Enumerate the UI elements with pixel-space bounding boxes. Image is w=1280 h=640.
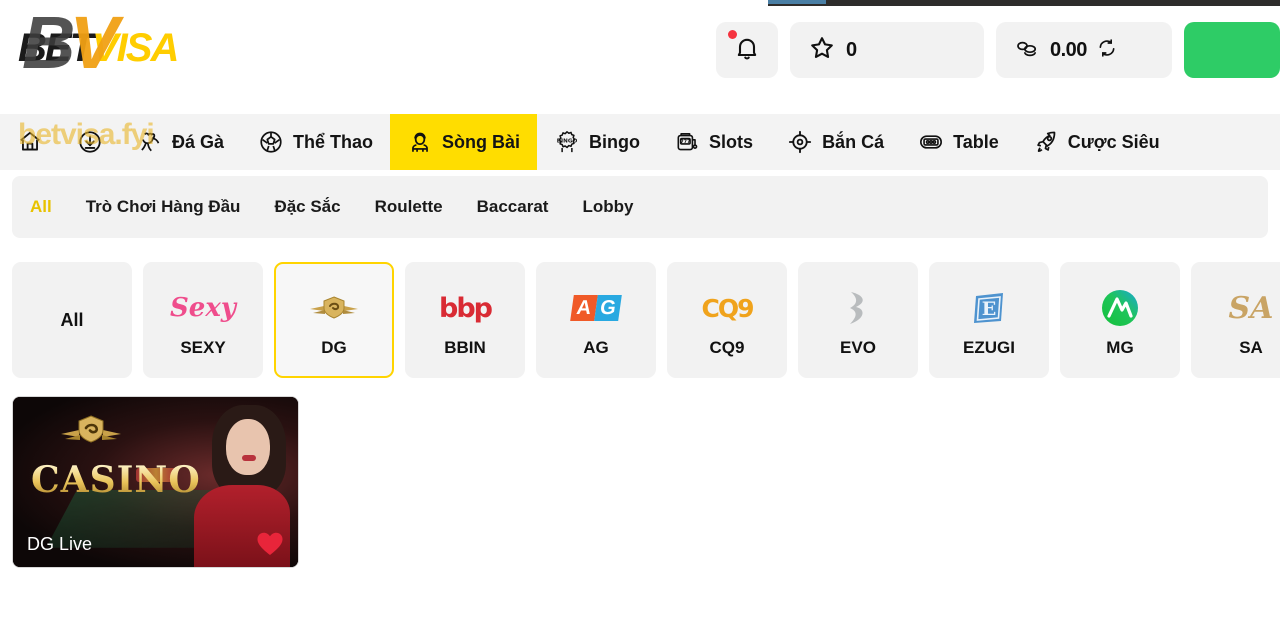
refresh-icon[interactable] — [1097, 38, 1117, 63]
subnav-item-roulette[interactable]: Roulette — [375, 197, 443, 217]
dg-wings-logo-icon — [308, 282, 360, 334]
nav-item-ban-ca[interactable]: Bắn Cá — [770, 114, 901, 170]
sa-gaming-logo-icon: SA — [1229, 282, 1274, 334]
nav-label: Sòng Bài — [442, 132, 520, 153]
rocket-icon — [1033, 129, 1059, 155]
logo-bet-text: BET — [18, 26, 92, 70]
nav-label: Đá Gà — [172, 132, 224, 153]
star-icon — [808, 34, 836, 67]
svg-text:777: 777 — [681, 139, 691, 145]
nav-item-bingo[interactable]: BINGO Bingo — [537, 114, 657, 170]
subnav-item-top-games[interactable]: Trò Chơi Hàng Đầu — [86, 197, 241, 217]
subnav-item-lobby[interactable]: Lobby — [582, 197, 633, 217]
evolution-logo-icon — [842, 282, 874, 334]
microgaming-logo-icon — [1101, 282, 1139, 334]
nav-label: Bắn Cá — [822, 132, 884, 153]
coins-icon — [1014, 36, 1040, 65]
game-list: CASINO DG Live — [12, 396, 1268, 568]
nav-label: Table — [953, 132, 999, 153]
casino-dealer-icon — [407, 129, 433, 155]
provider-card-mg[interactable]: MG — [1060, 262, 1180, 378]
deposit-button[interactable] — [1184, 22, 1280, 78]
cq9-logo-icon: CQ9 — [702, 282, 753, 334]
heart-icon[interactable] — [256, 531, 284, 557]
provider-name: SEXY — [180, 338, 225, 358]
bell-icon — [733, 34, 761, 67]
category-filter-bar: All Trò Chơi Hàng Đầu Đặc Sắc Roulette B… — [12, 176, 1268, 238]
svg-text:E: E — [982, 298, 996, 320]
provider-name: CQ9 — [710, 338, 745, 358]
header-actions: 0 0.00 — [716, 22, 1280, 78]
main-navigation: Đá Gà Thể Thao Sòng Bài BINGO — [0, 114, 1280, 170]
nav-item-slots[interactable]: 777 Slots — [657, 114, 770, 170]
home-icon — [17, 129, 43, 155]
subnav-item-featured[interactable]: Đặc Sắc — [274, 197, 340, 217]
provider-card-cq9[interactable]: CQ9 CQ9 — [667, 262, 787, 378]
subnav-item-baccarat[interactable]: Baccarat — [477, 197, 549, 217]
bingo-icon: BINGO — [554, 129, 580, 155]
provider-card-ezugi[interactable]: E EZUGI — [929, 262, 1049, 378]
logo-visa-text: VISA — [92, 26, 177, 70]
soccer-ball-icon — [258, 129, 284, 155]
table-game-icon — [918, 129, 944, 155]
nav-label: Slots — [709, 132, 753, 153]
provider-name: SA — [1239, 338, 1263, 358]
svg-text:BINGO: BINGO — [557, 138, 578, 144]
nav-item-home[interactable] — [0, 114, 60, 170]
nav-item-song-bai[interactable]: Sòng Bài — [390, 114, 537, 170]
favorites-button[interactable]: 0 — [790, 22, 984, 78]
ag-logo-icon: AG — [572, 282, 620, 334]
dg-shield-logo-icon — [59, 413, 123, 453]
subnav-item-all[interactable]: All — [30, 197, 52, 217]
provider-name: All — [60, 310, 83, 331]
provider-name: AG — [583, 338, 609, 358]
provider-name: MG — [1106, 338, 1133, 358]
nav-item-download[interactable] — [60, 114, 120, 170]
nav-label: Bingo — [589, 132, 640, 153]
rooster-icon — [137, 129, 163, 155]
site-header: BETVISA 0 — [0, 6, 1280, 114]
wallet-button[interactable]: 0.00 — [996, 22, 1172, 78]
provider-card-sa[interactable]: SA SA — [1191, 262, 1280, 378]
favorites-count: 0 — [846, 39, 857, 62]
nav-item-cuoc-sieu[interactable]: Cược Siêu — [1016, 114, 1177, 170]
browser-chrome-accent — [768, 0, 826, 4]
nav-label: Thể Thao — [293, 132, 373, 153]
nav-item-da-ga[interactable]: Đá Gà — [120, 114, 241, 170]
target-icon — [787, 129, 813, 155]
provider-card-dg[interactable]: DG — [274, 262, 394, 378]
nav-label: Cược Siêu — [1068, 132, 1160, 153]
provider-name: DG — [321, 338, 347, 358]
provider-card-all[interactable]: All — [12, 262, 132, 378]
provider-card-evo[interactable]: EVO — [798, 262, 918, 378]
sexy-logo-icon: Sexy — [170, 282, 236, 334]
site-logo[interactable]: BETVISA — [12, 12, 232, 92]
game-card-dg-live[interactable]: CASINO DG Live — [12, 396, 299, 568]
ezugi-logo-icon: E — [972, 282, 1006, 334]
nav-item-the-thao[interactable]: Thể Thao — [241, 114, 390, 170]
provider-name: BBIN — [444, 338, 486, 358]
provider-card-bbin[interactable]: bbp BBIN — [405, 262, 525, 378]
nav-item-table[interactable]: Table — [901, 114, 1016, 170]
provider-name: EVO — [840, 338, 876, 358]
game-banner-text: CASINO — [31, 459, 201, 501]
notification-badge-dot — [728, 30, 737, 39]
notifications-button[interactable] — [716, 22, 778, 78]
game-title: DG Live — [27, 534, 92, 555]
bbin-logo-icon: bbp — [439, 282, 491, 334]
download-icon — [77, 129, 103, 155]
provider-card-sexy[interactable]: Sexy SEXY — [143, 262, 263, 378]
wallet-balance: 0.00 — [1050, 39, 1087, 62]
provider-name: EZUGI — [963, 338, 1015, 358]
provider-filter-list: All Sexy SEXY DG bbp BBIN AG AG CQ9 CQ9 — [12, 262, 1280, 378]
provider-card-ag[interactable]: AG AG — [536, 262, 656, 378]
slot-machine-icon: 777 — [674, 129, 700, 155]
